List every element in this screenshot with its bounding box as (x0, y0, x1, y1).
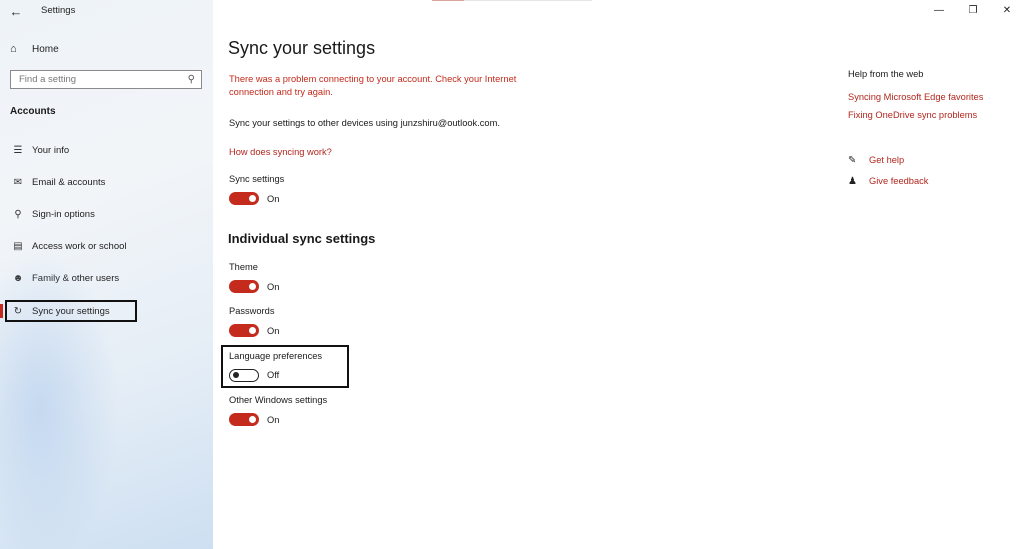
sync-settings-toggle[interactable] (229, 192, 259, 205)
search-input[interactable]: Find a setting ⚲ (10, 70, 202, 89)
sidebar-item-label: Sign-in options (32, 208, 95, 220)
home-button[interactable]: ⌂ Home (10, 42, 59, 56)
chat-help-icon: ✎ (848, 154, 857, 166)
get-help-label: Get help (869, 155, 905, 165)
give-feedback-link[interactable]: ♟ Give feedback (848, 174, 928, 188)
search-placeholder: Find a setting (19, 74, 77, 85)
sidebar-item-label: Email & accounts (32, 176, 106, 188)
restore-icon[interactable]: ❐ (956, 0, 990, 22)
top-divider (432, 0, 592, 1)
other-windows-settings-toggle[interactable] (229, 413, 259, 426)
sync-icon: ↻ (13, 305, 23, 317)
app-title: Settings (41, 5, 76, 16)
give-feedback-label: Give feedback (869, 176, 929, 186)
sync-description: Sync your settings to other devices usin… (229, 118, 500, 128)
passwords-state: On (267, 326, 280, 336)
sidebar-item-sign-in-options[interactable]: ⚲ Sign-in options (10, 206, 200, 222)
other-windows-settings-label: Other Windows settings (229, 395, 328, 405)
other-windows-settings-state: On (267, 415, 280, 425)
passwords-label: Passwords (229, 306, 275, 316)
language-preferences-state: Off (267, 370, 280, 380)
help-link-edge-favorites[interactable]: Syncing Microsoft Edge favorites (848, 92, 983, 102)
home-label: Home (32, 43, 59, 55)
sidebar-item-email-accounts[interactable]: ✉ Email & accounts (10, 174, 200, 190)
close-icon[interactable]: ✕ (990, 0, 1024, 22)
section-heading-accounts: Accounts (10, 106, 56, 117)
page-title: Sync your settings (228, 38, 376, 58)
sidebar: ← Settings ⌂ Home Find a setting ⚲ Accou… (0, 0, 213, 549)
language-preferences-label: Language preferences (229, 351, 323, 361)
briefcase-icon: ▤ (13, 240, 23, 252)
feedback-icon: ♟ (848, 175, 857, 187)
window-controls: — ❐ ✕ (922, 0, 1024, 24)
sidebar-item-label: Access work or school (32, 240, 127, 252)
sync-settings-state: On (267, 194, 280, 204)
selection-indicator (0, 304, 3, 318)
sync-settings-label: Sync settings (229, 174, 285, 184)
sidebar-item-label: Family & other users (32, 272, 120, 284)
help-heading: Help from the web (848, 69, 924, 79)
language-preferences-toggle[interactable] (229, 369, 259, 382)
passwords-toggle[interactable] (229, 324, 259, 337)
how-syncing-works-link[interactable]: How does syncing work? (229, 147, 332, 157)
back-arrow-icon[interactable]: ← (6, 3, 26, 21)
sidebar-item-label: Your info (32, 144, 70, 156)
home-icon: ⌂ (10, 43, 17, 55)
get-help-link[interactable]: ✎ Get help (848, 153, 904, 167)
theme-label: Theme (229, 262, 258, 272)
title-bar: ← Settings (0, 0, 213, 24)
sidebar-item-sync-settings[interactable]: ↻ Sync your settings (5, 300, 137, 322)
theme-state: On (267, 282, 280, 292)
sidebar-item-access-work[interactable]: ▤ Access work or school (10, 238, 200, 254)
person-add-icon: ☻ (12, 272, 24, 284)
mail-icon: ✉ (13, 176, 23, 188)
help-link-onedrive-sync[interactable]: Fixing OneDrive sync problems (848, 110, 977, 120)
sidebar-item-label: Sync your settings (32, 305, 110, 317)
theme-toggle[interactable] (229, 280, 259, 293)
search-icon[interactable]: ⚲ (188, 71, 195, 88)
minimize-icon[interactable]: — (922, 0, 956, 22)
error-message: There was a problem connecting to your a… (229, 74, 517, 97)
person-card-icon: ☰ (13, 144, 23, 156)
individual-sync-heading: Individual sync settings (228, 231, 376, 246)
sidebar-item-family-users[interactable]: ☻ Family & other users (10, 270, 200, 286)
key-icon: ⚲ (14, 208, 22, 220)
sidebar-item-your-info[interactable]: ☰ Your info (10, 142, 200, 158)
